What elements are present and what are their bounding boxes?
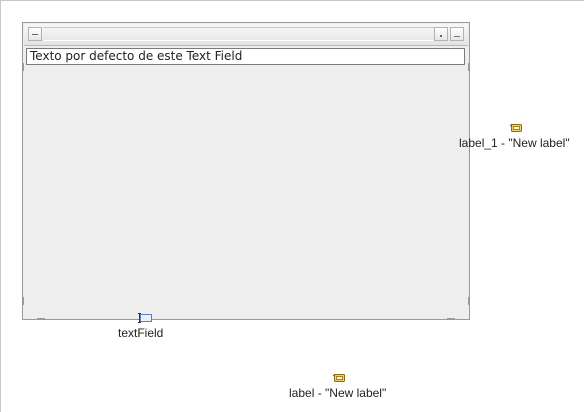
window-menu-button[interactable] bbox=[28, 27, 42, 41]
textfield-component-label[interactable]: textField bbox=[118, 326, 163, 340]
frame-preview[interactable]: Texto por defecto de este Text Field bbox=[22, 22, 470, 320]
resize-grip-bottom-right[interactable] bbox=[447, 318, 455, 319]
textfield-bean-icon[interactable] bbox=[137, 312, 153, 324]
maximize-button[interactable] bbox=[450, 27, 464, 41]
resize-grip-left-bottom[interactable] bbox=[23, 297, 24, 305]
minimize-button[interactable] bbox=[434, 27, 448, 41]
resize-grip-right-bottom[interactable] bbox=[468, 297, 469, 305]
resize-grip-bottom-left[interactable] bbox=[37, 318, 45, 319]
label-1-component-label[interactable]: label_1 - "New label" bbox=[459, 136, 570, 150]
frame-title-area bbox=[44, 27, 434, 41]
frame-titlebar[interactable] bbox=[24, 24, 468, 46]
label-component-label[interactable]: label - "New label" bbox=[289, 386, 386, 400]
label-bean-icon[interactable] bbox=[509, 122, 523, 133]
resize-grip-left-top[interactable] bbox=[23, 63, 24, 71]
resize-grip-right-top[interactable] bbox=[468, 63, 469, 71]
label-bean-icon[interactable] bbox=[332, 372, 346, 383]
text-field[interactable]: Texto por defecto de este Text Field bbox=[26, 48, 465, 65]
